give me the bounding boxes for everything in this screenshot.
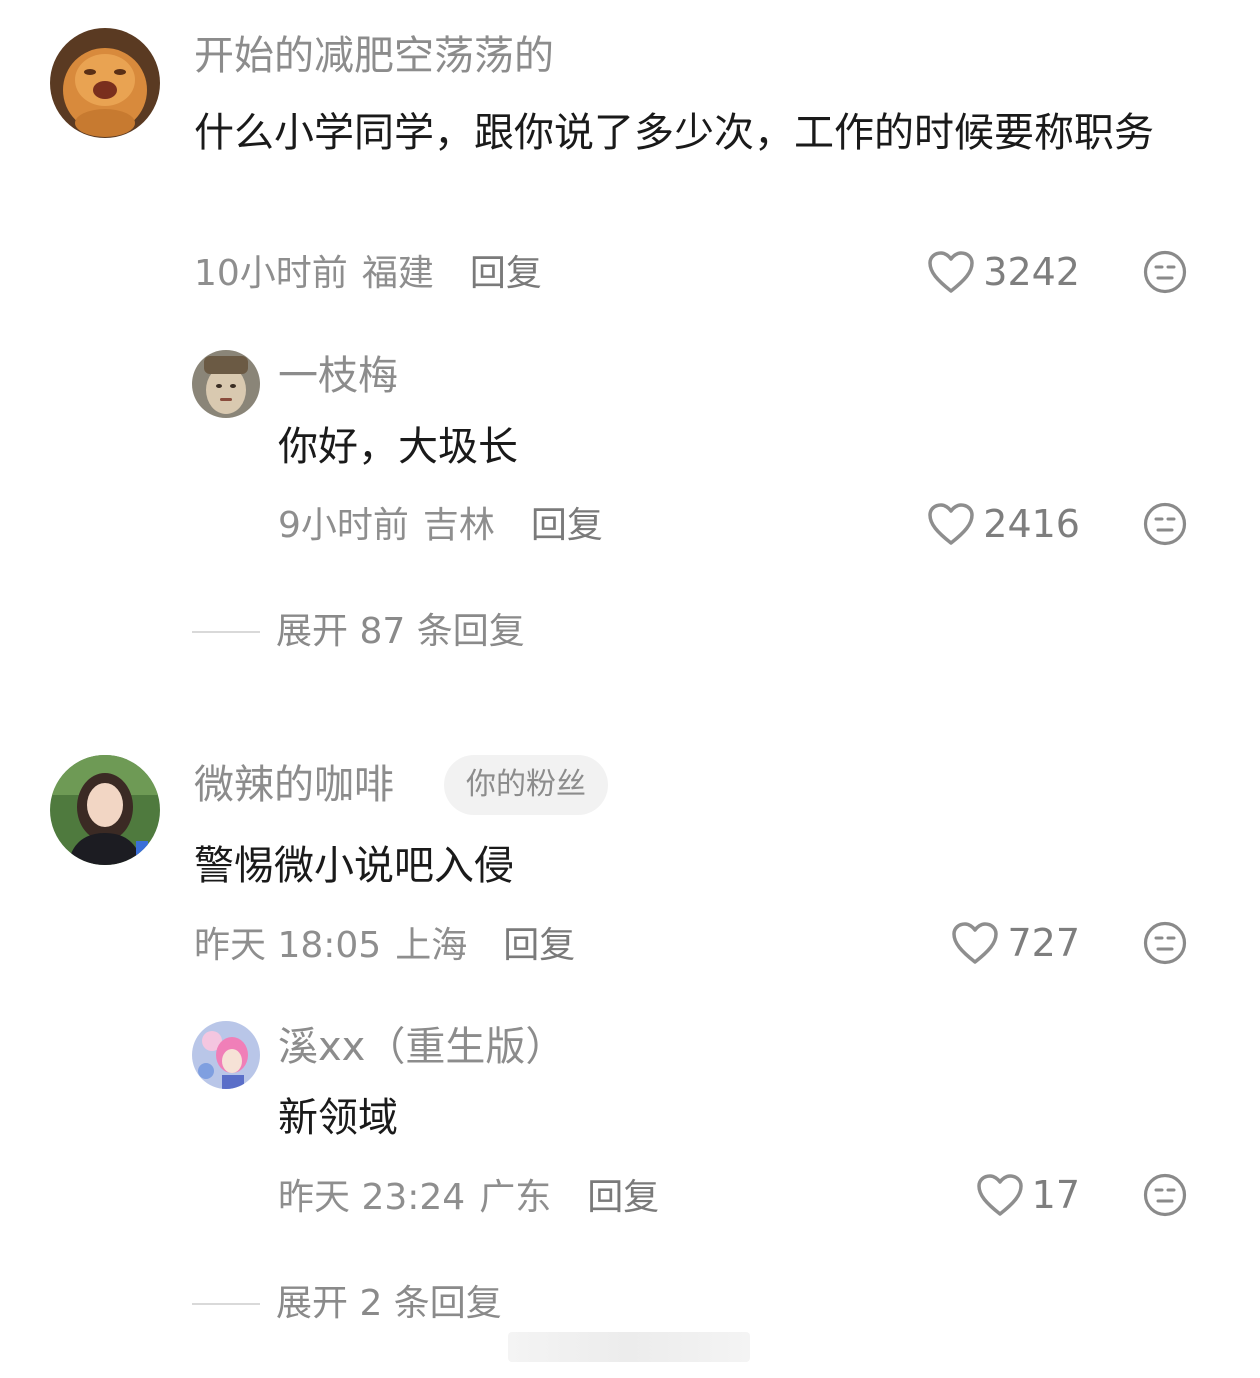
reply-text: 新领域 [278,1095,398,1141]
reply-button[interactable]: 回复 [470,253,542,294]
comment-username[interactable]: 微辣的咖啡 [194,761,394,809]
divider [192,1303,260,1305]
neutral-face-icon[interactable] [1143,250,1187,294]
reply-text: 你好，大圾长 [278,424,518,470]
like-button[interactable]: 727 [951,921,1080,965]
comment-meta: 昨天 18:05 上海 回复 [194,924,589,968]
reply-button[interactable]: 回复 [587,1177,659,1218]
neutral-face-icon[interactable] [1143,921,1187,965]
heart-outline-icon [976,1174,1023,1216]
like-count: 2416 [983,502,1080,546]
comment-meta: 10小时前 福建 回复 [194,252,556,296]
reply-meta: 9小时前 吉林 回复 [278,504,617,548]
avatar[interactable] [192,350,260,418]
reply-button[interactable]: 回复 [531,505,603,546]
avatar[interactable] [50,755,160,865]
reply-time: 9小时前 [278,505,409,546]
comment-time: 10小时前 [194,253,348,294]
like-count: 17 [1031,1173,1080,1217]
watermark [508,1332,750,1362]
reply-username[interactable]: 一枝梅 [278,352,398,400]
reply-username[interactable]: 溪xx（重生版） [278,1023,565,1071]
comment-text: 警惕微小说吧入侵 [194,843,514,889]
heart-outline-icon [952,922,999,964]
avatar[interactable] [192,1021,260,1089]
like-button[interactable]: 17 [976,1173,1080,1217]
heart-outline-icon [928,251,975,293]
comment-location: 上海 [395,925,468,966]
expand-replies-label[interactable]: 展开 2 条回复 [276,1282,502,1326]
avatar[interactable] [50,28,160,138]
reply-location: 吉林 [422,505,495,546]
comment-text: 什么小学同学，跟你说了多少次，工作的时候要称职务 [194,110,1154,156]
neutral-face-icon[interactable] [1143,502,1187,546]
like-button[interactable]: 2416 [927,502,1080,546]
comment-time: 昨天 18:05 [194,925,382,966]
reply-location: 广东 [479,1177,552,1218]
comment-username[interactable]: 开始的减肥空荡荡的 [194,32,554,80]
like-button[interactable]: 3242 [927,250,1080,294]
reply-button[interactable]: 回复 [503,925,575,966]
expand-replies-button[interactable]: 展开 2 条回复 [192,1282,502,1326]
heart-outline-icon [928,503,975,545]
expand-replies-label[interactable]: 展开 87 条回复 [276,610,525,654]
neutral-face-icon[interactable] [1143,1173,1187,1217]
like-count: 3242 [983,250,1080,294]
like-count: 727 [1007,921,1080,965]
fan-badge: 你的粉丝 [444,755,608,815]
divider [192,631,260,633]
comment-location: 福建 [361,253,434,294]
reply-meta: 昨天 23:24 广东 回复 [278,1176,673,1220]
expand-replies-button[interactable]: 展开 87 条回复 [192,610,525,654]
reply-time: 昨天 23:24 [278,1177,466,1218]
